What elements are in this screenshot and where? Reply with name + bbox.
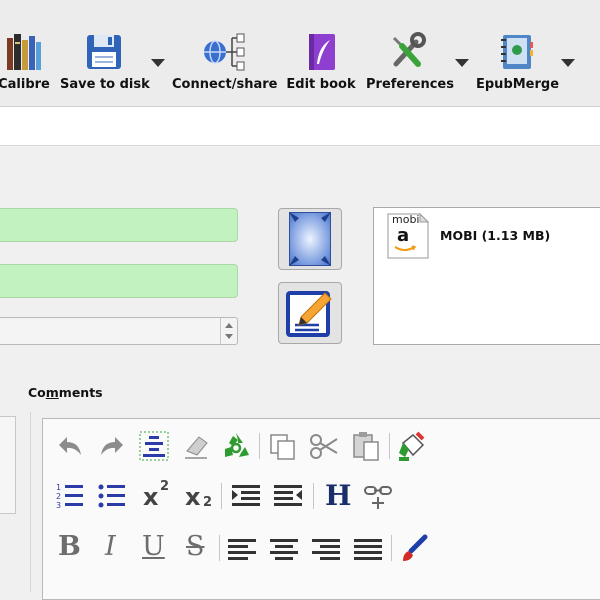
strikethrough-icon[interactable]: S <box>179 531 213 565</box>
background-color-icon[interactable] <box>395 429 429 463</box>
align-right-icon[interactable] <box>309 531 343 565</box>
underline-icon[interactable]: U <box>137 531 171 565</box>
save-to-disk-button[interactable]: Save to disk <box>60 28 150 100</box>
comments-editor: 1 2 3 x 2 x 2 H B I U S <box>42 418 600 600</box>
heading-letter: H <box>325 479 352 512</box>
connect-share-button[interactable]: Connect/share <box>172 28 278 100</box>
comments-label: Comments <box>28 385 103 400</box>
recycle-icon[interactable] <box>219 429 253 463</box>
edit-metadata-button[interactable] <box>278 282 342 344</box>
amazon-logo: a <box>397 225 410 246</box>
indent-icon[interactable] <box>229 479 263 513</box>
link-icon[interactable] <box>361 479 395 513</box>
outdent-icon[interactable] <box>271 479 305 513</box>
spin-buttons[interactable] <box>220 318 237 344</box>
epubmerge-dropdown-arrow[interactable] <box>561 59 575 67</box>
subscript-2: 2 <box>203 495 213 510</box>
italic-icon[interactable]: I <box>95 531 129 565</box>
italic-letter: I <box>105 531 116 562</box>
superscript-icon[interactable]: x 2 <box>137 479 171 513</box>
notebook-icon <box>497 32 535 72</box>
copy-icon[interactable] <box>265 429 299 463</box>
save-to-disk-dropdown-arrow[interactable] <box>151 59 165 67</box>
formats-list: mobi a MOBI (1.13 MB) <box>373 207 600 345</box>
svg-text:1: 1 <box>56 483 61 492</box>
align-center-icon[interactable] <box>267 531 301 565</box>
align-left-icon[interactable] <box>225 531 259 565</box>
main-toolbar: Calibre Save to disk Connect/share Edit … <box>0 0 600 107</box>
save-to-disk-label: Save to disk <box>60 77 150 92</box>
connect-share-label: Connect/share <box>172 77 278 92</box>
preferences-button[interactable]: Preferences <box>366 28 454 100</box>
network-icon <box>201 32 245 72</box>
justify-icon[interactable] <box>351 531 385 565</box>
toolbar-separator <box>389 433 390 459</box>
edit-pencil-icon <box>285 287 335 339</box>
toolbar-separator <box>259 433 260 459</box>
bullet-list-icon[interactable] <box>95 479 129 513</box>
epubmerge-button[interactable]: EpubMerge <box>476 28 560 100</box>
editor-border <box>30 412 31 592</box>
numbered-list-icon[interactable]: 1 2 3 <box>53 479 87 513</box>
bold-icon[interactable]: B <box>53 531 87 565</box>
series-combobox[interactable] <box>0 317 238 345</box>
books-icon <box>5 32 43 72</box>
superscript-x: x <box>143 483 159 511</box>
comments-label-text: Comments <box>28 385 103 400</box>
superscript-2: 2 <box>160 479 170 494</box>
svg-text:3: 3 <box>56 501 61 510</box>
bold-letter: B <box>58 531 81 562</box>
heading-icon[interactable]: H <box>321 479 355 513</box>
side-panel <box>0 416 16 514</box>
amazon-smile-icon <box>394 245 416 253</box>
select-all-icon[interactable] <box>137 429 171 463</box>
tools-icon <box>388 32 428 72</box>
redo-icon[interactable] <box>95 429 129 463</box>
preferences-label: Preferences <box>366 77 454 92</box>
toolbar-separator <box>313 483 314 509</box>
underline-letter: U <box>142 531 165 562</box>
calibre-button[interactable]: Calibre <box>0 28 50 100</box>
edit-book-label: Edit book <box>286 77 356 92</box>
strike-letter: S <box>186 531 205 562</box>
format-name: MOBI (1.13 MB) <box>440 228 551 243</box>
edit-book-button[interactable]: Edit book <box>286 28 356 100</box>
title-field[interactable] <box>0 208 238 242</box>
cut-icon[interactable] <box>307 429 341 463</box>
eraser-icon[interactable] <box>179 429 213 463</box>
subscript-icon[interactable]: x 2 <box>179 479 213 513</box>
toolbar-separator <box>391 535 392 561</box>
toolbar-separator <box>219 535 220 561</box>
author-field[interactable] <box>0 264 238 298</box>
mnemonic-letter: m <box>45 385 59 400</box>
subscript-x: x <box>185 483 201 511</box>
paste-icon[interactable] <box>349 429 383 463</box>
book-quill-icon <box>304 32 338 72</box>
svg-text:2: 2 <box>56 492 61 501</box>
toolbar-separator <box>221 483 222 509</box>
calibre-label: Calibre <box>0 77 50 92</box>
epubmerge-label: EpubMerge <box>476 77 560 92</box>
cover-image-icon <box>289 212 331 266</box>
cover-button[interactable] <box>278 208 342 270</box>
floppy-disk-icon <box>84 32 124 72</box>
format-item[interactable]: mobi a MOBI (1.13 MB) <box>374 208 600 268</box>
undo-icon[interactable] <box>53 429 87 463</box>
title-bar-area <box>0 107 600 146</box>
text-color-brush-icon[interactable] <box>397 531 431 565</box>
preferences-dropdown-arrow[interactable] <box>455 59 469 67</box>
